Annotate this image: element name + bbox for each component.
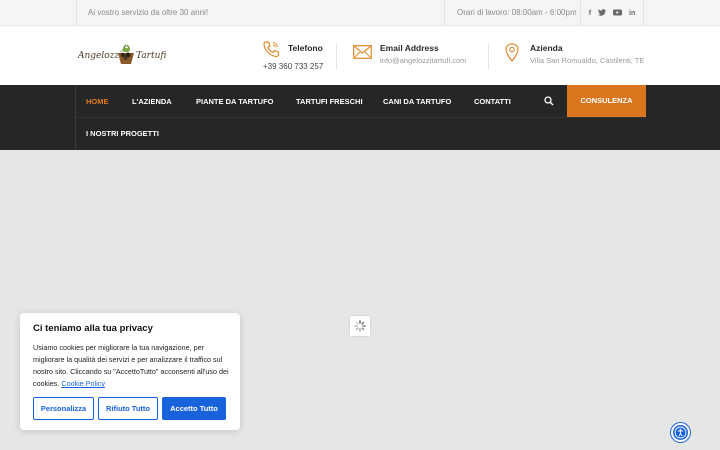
map-pin-icon: [505, 43, 519, 62]
social-links: f in: [580, 0, 644, 26]
nav-item-progetti[interactable]: I NOSTRI PROGETTI: [86, 129, 159, 138]
reject-all-button[interactable]: Rifiuto Tutto: [98, 397, 158, 420]
nav-item-contatti[interactable]: CONTATTI: [474, 97, 511, 106]
nav-item-home[interactable]: HOME: [86, 97, 109, 106]
customize-button[interactable]: Personalizza: [33, 397, 94, 420]
nav-item-cani[interactable]: CANI DA TARTUFO: [383, 97, 451, 106]
phone-number[interactable]: +39 360 733 257: [263, 62, 323, 71]
site-header: Angelozzi Tartufi Telefono +39 360 733 2…: [0, 26, 720, 85]
linkedin-icon[interactable]: in: [629, 10, 635, 17]
loading-spinner: [350, 316, 370, 336]
address-title: Azienda: [530, 43, 563, 53]
header-divider: [488, 44, 489, 70]
email-address[interactable]: info@angelozzitartufi.com: [380, 56, 466, 65]
nav-item-tartufi[interactable]: TARTUFI FRESCHI: [296, 97, 363, 106]
main-navigation: HOME L'AZIENDA PIANTE DA TARTUFO TARTUFI…: [0, 85, 720, 150]
accessibility-icon: [674, 426, 687, 439]
cookie-consent-banner: Ci teniamo alla tua privacy Usiamo cooki…: [20, 313, 240, 430]
youtube-icon[interactable]: [613, 9, 623, 18]
facebook-icon[interactable]: f: [589, 10, 591, 17]
top-bar: Ai vostro servizio da oltre 30 anni! Ora…: [0, 0, 720, 26]
truffle-basket-icon: [118, 44, 134, 64]
phone-icon: [263, 41, 280, 58]
search-icon[interactable]: [544, 96, 554, 106]
email-title: Email Address: [380, 43, 439, 53]
phone-title: Telefono: [288, 43, 323, 53]
header-divider: [336, 44, 337, 70]
envelope-icon: [353, 45, 372, 59]
tagline: Ai vostro servizio da oltre 30 anni!: [76, 0, 208, 26]
spinner-icon: [354, 320, 366, 332]
cookie-text: Usiamo cookies per migliorare la tua nav…: [33, 342, 233, 390]
address-value: Villa San Romualdo, Castilenti, TE: [530, 56, 645, 65]
accept-all-button[interactable]: Accetto Tutto: [162, 397, 226, 420]
nav-item-azienda[interactable]: L'AZIENDA: [132, 97, 172, 106]
site-logo[interactable]: Angelozzi Tartufi: [78, 42, 166, 70]
accessibility-button[interactable]: [671, 423, 690, 442]
consulenza-button[interactable]: CONSULENZA: [567, 85, 646, 117]
working-hours: Orari di lavoro: 08:00am - 6:00pm: [444, 0, 577, 26]
cookie-policy-link[interactable]: Cookie Policy: [61, 379, 105, 388]
nav-item-piante[interactable]: PIANTE DA TARTUFO: [196, 97, 274, 106]
cookie-title: Ci teniamo alla tua privacy: [33, 323, 153, 334]
twitter-icon[interactable]: [598, 8, 607, 18]
nav-container: [75, 85, 646, 150]
